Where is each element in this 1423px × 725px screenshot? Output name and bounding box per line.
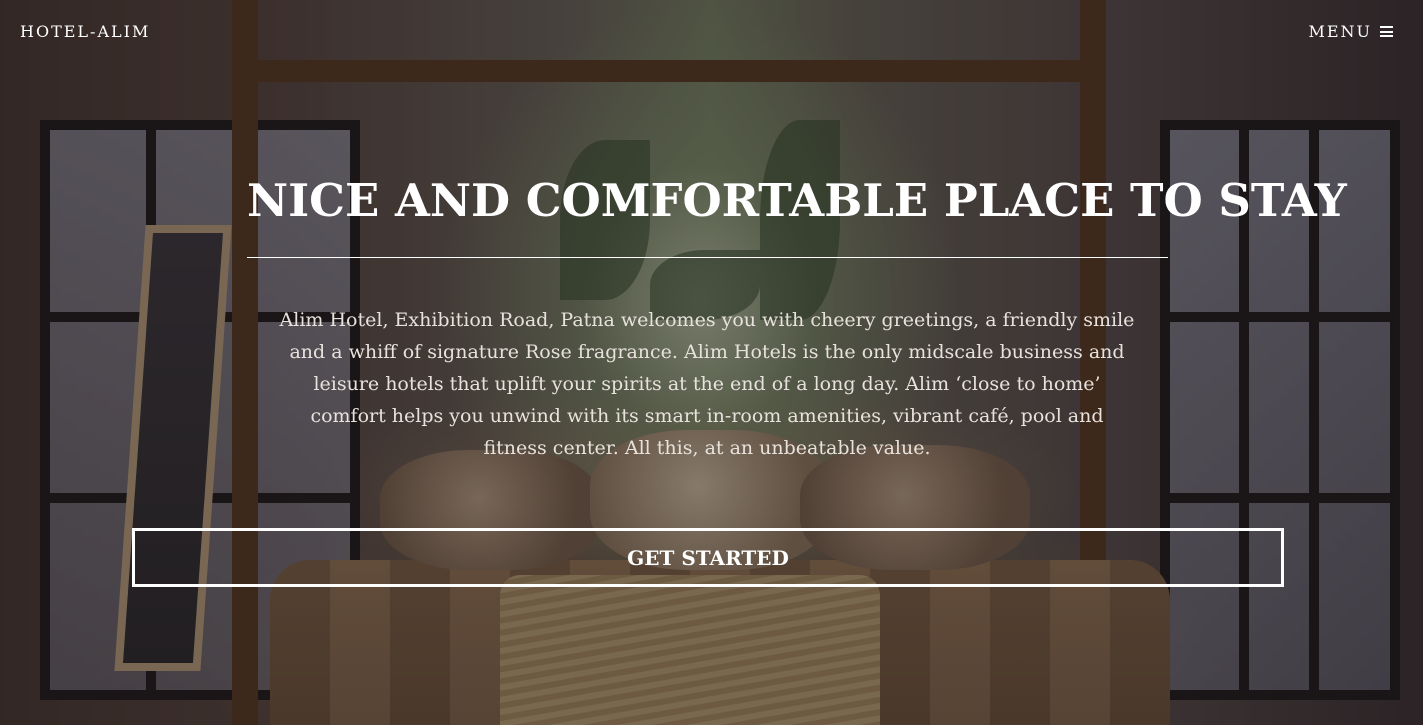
get-started-button[interactable]: GET STARTED — [132, 528, 1284, 587]
hamburger-icon — [1380, 26, 1393, 37]
brand-logo-link[interactable]: HOTEL-ALIM — [20, 22, 150, 41]
menu-label: MENU — [1308, 22, 1372, 41]
hero-headline: NICE AND COMFORTABLE PLACE TO STAY — [247, 174, 1347, 227]
menu-button[interactable]: MENU — [1308, 22, 1393, 41]
hero-intro-text: Alim Hotel, Exhibition Road, Patna welco… — [279, 309, 1135, 459]
headline-divider — [247, 257, 1168, 258]
hero-section: HOTEL-ALIM MENU NICE AND COMFORTABLE PLA… — [0, 0, 1423, 725]
